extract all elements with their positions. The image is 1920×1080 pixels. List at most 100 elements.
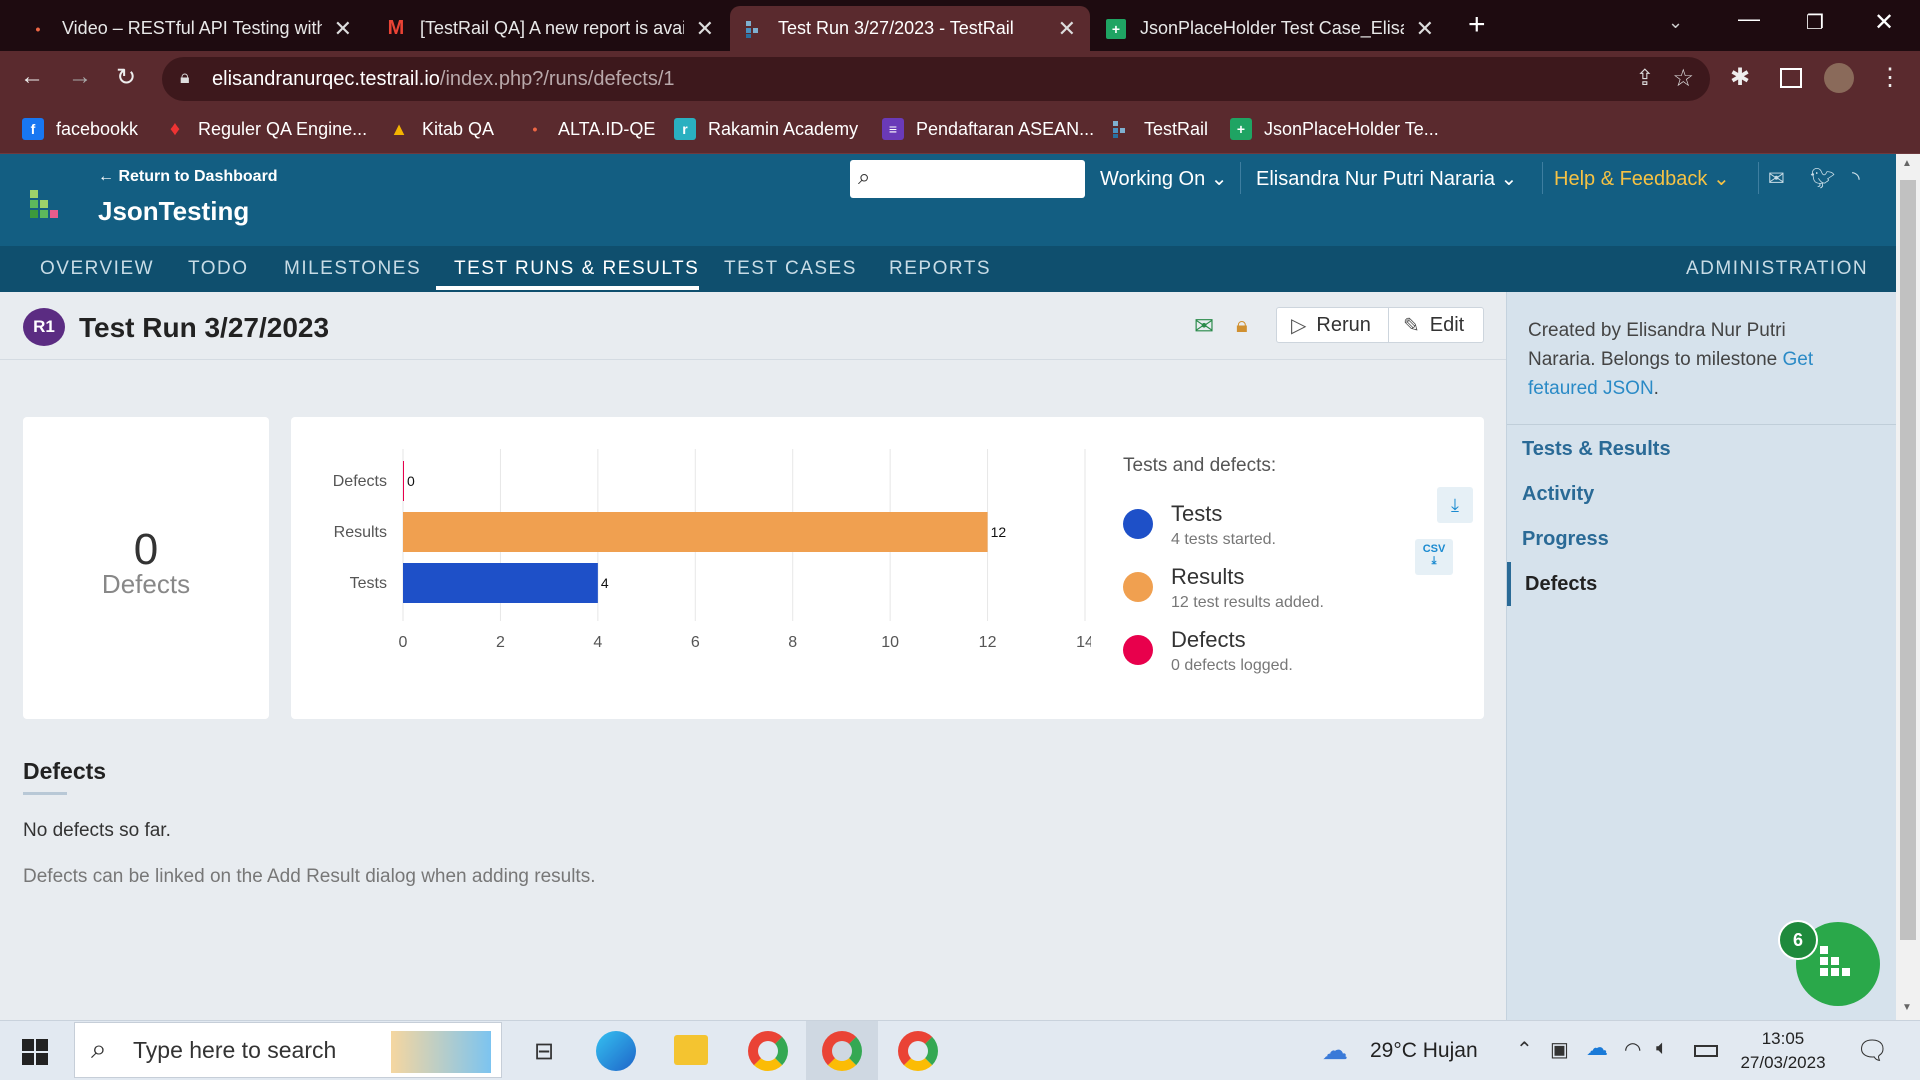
tray-app-icon[interactable]: ▣ xyxy=(1550,1037,1569,1062)
restore-icon[interactable]: ❐ xyxy=(1806,10,1824,35)
rss-icon[interactable]: ◝ xyxy=(1852,166,1860,191)
minimize-icon[interactable]: — xyxy=(1738,6,1760,32)
active-tab-indicator xyxy=(436,286,699,290)
chrome-icon[interactable] xyxy=(748,1031,788,1071)
scroll-down-icon[interactable]: ▼ xyxy=(1902,1002,1912,1013)
rakamin-icon: r xyxy=(674,118,696,140)
edge-icon[interactable] xyxy=(596,1031,636,1071)
wifi-icon[interactable]: ◠ xyxy=(1624,1037,1641,1062)
extensions-icon[interactable]: ✱ xyxy=(1730,63,1750,92)
back-icon[interactable]: ← xyxy=(20,63,44,91)
bookmark-testrail[interactable]: TestRail xyxy=(1110,118,1208,140)
legend-desc: 12 test results added. xyxy=(1171,594,1324,611)
x-tick-label: 2 xyxy=(496,634,505,651)
search-icon: ⌕ xyxy=(858,164,871,189)
browser-tab-testrail[interactable]: Test Run 3/27/2023 - TestRail ✕ xyxy=(730,6,1090,51)
sheets-favicon: + xyxy=(1106,18,1126,39)
battery-icon[interactable] xyxy=(1694,1045,1718,1057)
weather-text[interactable]: 29°C Hujan xyxy=(1370,1039,1478,1063)
close-tab-icon[interactable]: ✕ xyxy=(1058,16,1076,42)
browser-tab-video[interactable]: • Video – RESTful API Testing with I ✕ xyxy=(14,6,366,51)
page-title: Test Run 3/27/2023 xyxy=(79,312,330,343)
browser-tab-gmail[interactable]: M [TestRail QA] A new report is avai ✕ xyxy=(372,6,728,51)
browser-tab-sheets[interactable]: + JsonPlaceHolder Test Case_Elisan ✕ xyxy=(1092,6,1448,51)
close-tab-icon[interactable]: ✕ xyxy=(696,16,714,42)
lock-icon[interactable]: 🔒︎ xyxy=(1236,312,1248,338)
reload-icon[interactable]: ↻ xyxy=(116,63,136,92)
onedrive-icon[interactable]: ☁ xyxy=(1586,1035,1608,1061)
sidebar-item-defects[interactable]: Defects xyxy=(1525,573,1597,596)
share-icon[interactable]: ⇪ xyxy=(1636,65,1654,91)
download-csv-icon[interactable]: CSV ⤓ xyxy=(1415,539,1453,575)
forward-icon[interactable]: → xyxy=(68,63,92,91)
tab-test-cases[interactable]: TEST CASES xyxy=(724,258,857,280)
page-scrollbar[interactable]: ▲ ▼ xyxy=(1896,154,1920,1020)
scrollbar-thumb[interactable] xyxy=(1900,180,1916,940)
edit-button[interactable]: ✎ Edit xyxy=(1388,307,1484,343)
clock[interactable]: 13:05 27/03/2023 xyxy=(1730,1027,1836,1075)
bookmark-kitab-qa[interactable]: ▲ Kitab QA xyxy=(388,118,494,140)
play-circle-icon: ▷ xyxy=(1291,314,1307,337)
scroll-up-icon[interactable]: ▲ xyxy=(1902,158,1912,169)
profile-avatar[interactable] xyxy=(1824,63,1854,93)
x-tick-label: 8 xyxy=(788,634,797,651)
sidebar-item-activity[interactable]: Activity xyxy=(1522,483,1594,506)
task-view-icon[interactable]: ⊟ xyxy=(534,1037,554,1066)
chrome-icon[interactable] xyxy=(898,1031,938,1071)
legend-name: Tests xyxy=(1171,501,1223,526)
mail-icon[interactable]: ✉ xyxy=(1768,166,1785,191)
sidebar-item-tests-results[interactable]: Tests & Results xyxy=(1522,438,1671,461)
y-category-label: Tests xyxy=(350,575,387,592)
mail-check-icon[interactable]: ✉ xyxy=(1194,312,1214,341)
search-input[interactable]: ⌕ xyxy=(850,160,1085,198)
chrome-icon[interactable] xyxy=(822,1031,862,1071)
bookmark-alta[interactable]: • ALTA.ID-QE xyxy=(524,118,656,140)
tab-todo[interactable]: TODO xyxy=(188,258,249,280)
bookmark-asean[interactable]: ≡ Pendaftaran ASEAN... xyxy=(882,118,1094,140)
tab-test-runs-results[interactable]: TEST RUNS & RESULTS xyxy=(454,258,699,280)
working-on-dropdown[interactable]: Working On ⌄ xyxy=(1100,166,1228,191)
url-input[interactable]: 🔒︎ elisandranurqec.testrail.io/index.php… xyxy=(162,57,1710,101)
close-tab-icon[interactable]: ✕ xyxy=(334,16,352,42)
bookmark-facebook[interactable]: f facebookk xyxy=(22,118,138,140)
tab-milestones[interactable]: MILESTONES xyxy=(284,258,421,280)
bookmark-star-icon[interactable]: ☆ xyxy=(1672,64,1694,93)
legend-dot xyxy=(1123,572,1153,602)
sidebar-item-progress[interactable]: Progress xyxy=(1522,528,1609,551)
side-panel-icon[interactable] xyxy=(1780,68,1802,88)
volume-icon[interactable]: 🔈︎ xyxy=(1656,1037,1668,1060)
x-tick-label: 4 xyxy=(593,634,602,651)
tray-chevron-icon[interactable]: ⌃ xyxy=(1516,1037,1533,1062)
tab-administration[interactable]: ADMINISTRATION xyxy=(1686,258,1868,280)
bookmark-jsonplaceholder[interactable]: + JsonPlaceHolder Te... xyxy=(1230,118,1439,140)
bookmark-rakamin[interactable]: r Rakamin Academy xyxy=(674,118,858,140)
sidebar-divider xyxy=(1507,424,1897,425)
browser-menu-icon[interactable]: ⋮ xyxy=(1878,63,1902,92)
legend-name: Results xyxy=(1171,564,1245,589)
windows-start-icon[interactable] xyxy=(22,1039,48,1065)
tab-reports[interactable]: REPORTS xyxy=(889,258,991,280)
run-info: Created by Elisandra Nur Putri Nararia. … xyxy=(1528,320,1814,399)
tab-overview[interactable]: OVERVIEW xyxy=(40,258,154,280)
download-image-icon[interactable]: ⤓ xyxy=(1437,487,1473,523)
notification-center-icon[interactable]: 🗨︎ xyxy=(1856,1035,1889,1066)
rerun-button[interactable]: ▷ Rerun xyxy=(1276,307,1389,343)
help-feedback-dropdown[interactable]: Help & Feedback ⌄ xyxy=(1554,166,1730,191)
bookmark-reguler-qa[interactable]: ♦ Reguler QA Engine... xyxy=(164,118,367,140)
new-tab-icon[interactable]: + xyxy=(1468,8,1486,42)
window-close-icon[interactable]: ✕ xyxy=(1874,8,1894,37)
close-tab-icon[interactable]: ✕ xyxy=(1416,16,1434,42)
defects-summary-card: 0 Defects xyxy=(23,417,269,719)
return-to-dashboard-link[interactable]: ← Return to Dashboard xyxy=(98,168,278,186)
taskbar-search-input[interactable]: ⌕ Type here to search xyxy=(74,1022,502,1078)
tab-search-icon[interactable]: ⌄ xyxy=(1668,12,1683,33)
search-icon: ⌕ xyxy=(91,1033,107,1064)
weather-icon: ☁ xyxy=(1322,1035,1348,1065)
user-dropdown[interactable]: Elisandra Nur Putri Nararia ⌄ xyxy=(1256,166,1517,191)
twitter-icon[interactable]: 🐦︎ xyxy=(1810,166,1835,191)
file-explorer-icon[interactable] xyxy=(674,1035,708,1065)
x-tick-label: 12 xyxy=(979,634,997,651)
lock-icon: 🔒︎ xyxy=(180,67,190,87)
drive-icon: ▲ xyxy=(390,118,408,139)
header-divider xyxy=(1758,162,1759,194)
